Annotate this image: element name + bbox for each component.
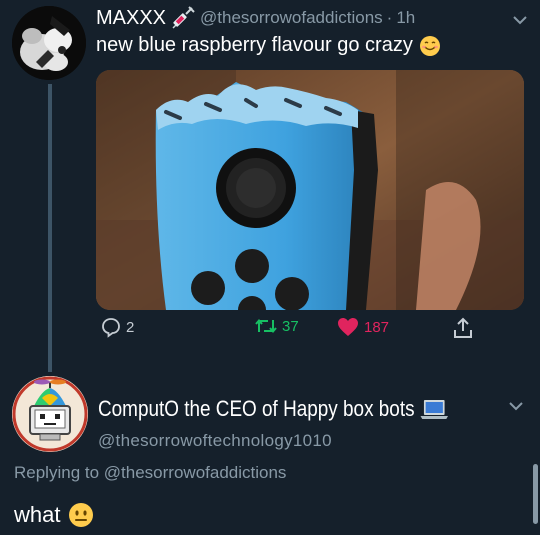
avatar-image xyxy=(12,376,88,452)
share-button[interactable] xyxy=(452,316,478,340)
reply-icon xyxy=(102,318,120,338)
reply-count: 2 xyxy=(126,318,135,336)
handle[interactable]: @thesorrowoftechnology1010 xyxy=(98,431,332,451)
replying-to-link[interactable]: @thesorrowofaddictions xyxy=(104,463,287,482)
syringe-icon xyxy=(170,6,196,30)
reply-text: what xyxy=(14,502,94,528)
like-count: 187 xyxy=(364,318,390,336)
scrollbar[interactable] xyxy=(533,464,538,524)
tweet-text-content: new blue raspberry flavour go crazy xyxy=(96,34,413,56)
separator-dot: · xyxy=(386,8,393,27)
share-icon xyxy=(454,317,472,338)
retweet-icon xyxy=(255,318,277,334)
avatar[interactable] xyxy=(12,6,86,80)
thread-line xyxy=(48,84,52,372)
chevron-down-icon[interactable] xyxy=(506,396,526,416)
display-name[interactable]: MAXXX xyxy=(96,7,166,30)
neutral-face-icon xyxy=(68,502,94,528)
avatar-image xyxy=(12,6,86,80)
timestamp[interactable]: 1h xyxy=(396,8,415,28)
avatar[interactable] xyxy=(12,376,88,452)
retweet-count: 37 xyxy=(282,317,299,335)
tweet-media-photo[interactable] xyxy=(96,70,524,310)
heart-icon xyxy=(338,318,358,336)
display-name[interactable]: ComputO the CEO of Happy box bots xyxy=(98,396,415,422)
reply-text-content: what xyxy=(14,502,61,527)
tweet-text: new blue raspberry flavour go crazy xyxy=(96,34,441,57)
reply-button[interactable]: 2 xyxy=(100,316,134,338)
smiling-face-icon xyxy=(419,35,441,57)
replying-to: Replying to @thesorrowofaddictions xyxy=(14,463,286,483)
tweet-actions: 2 37 187 xyxy=(96,316,526,344)
laptop-icon xyxy=(420,398,449,420)
retweet-button[interactable]: 37 xyxy=(254,316,299,336)
chevron-down-icon[interactable] xyxy=(510,10,530,30)
handle[interactable]: @thesorrowofaddictions xyxy=(200,8,383,28)
replying-prefix: Replying to xyxy=(14,463,100,482)
tweet-header: MAXXX @thesorrowofaddictions · 1h xyxy=(96,6,415,30)
like-button[interactable]: 187 xyxy=(336,316,389,338)
reply-header: ComputO the CEO of Happy box bots xyxy=(98,396,449,422)
bitten-joycon-photo xyxy=(96,70,524,310)
